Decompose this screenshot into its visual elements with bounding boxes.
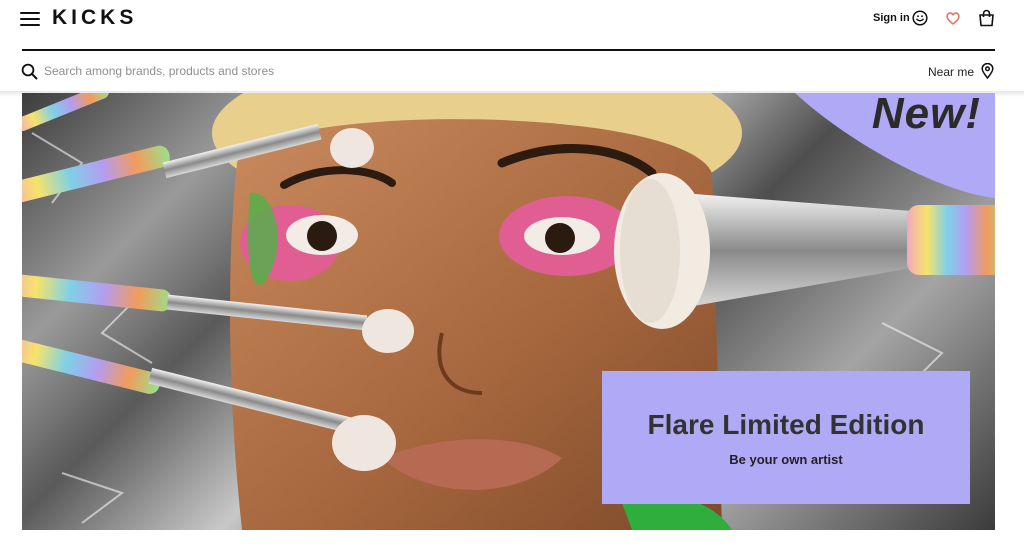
location-pin-icon[interactable] — [981, 63, 994, 79]
menu-icon[interactable] — [20, 9, 42, 29]
hero-banner[interactable]: New! Flare Limited Edition Be your own a… — [22, 93, 995, 530]
site-logo[interactable]: KICKS — [52, 6, 137, 30]
new-badge-label: New! — [871, 93, 981, 138]
search-bar: Near me — [0, 51, 1024, 91]
search-icon[interactable] — [21, 63, 38, 80]
promo-box[interactable]: Flare Limited Edition Be your own artist — [602, 371, 970, 504]
promo-title: Flare Limited Edition — [647, 409, 925, 440]
smiley-icon[interactable] — [912, 10, 928, 26]
near-me-link[interactable]: Near me — [928, 65, 974, 79]
promo-subtitle: Be your own artist — [729, 452, 843, 467]
bag-icon[interactable] — [978, 9, 995, 27]
search-input[interactable] — [44, 61, 604, 81]
heart-icon[interactable] — [945, 10, 961, 26]
site-header: KICKS Sign in — [0, 0, 1024, 51]
sign-in-link[interactable]: Sign in — [873, 12, 910, 24]
